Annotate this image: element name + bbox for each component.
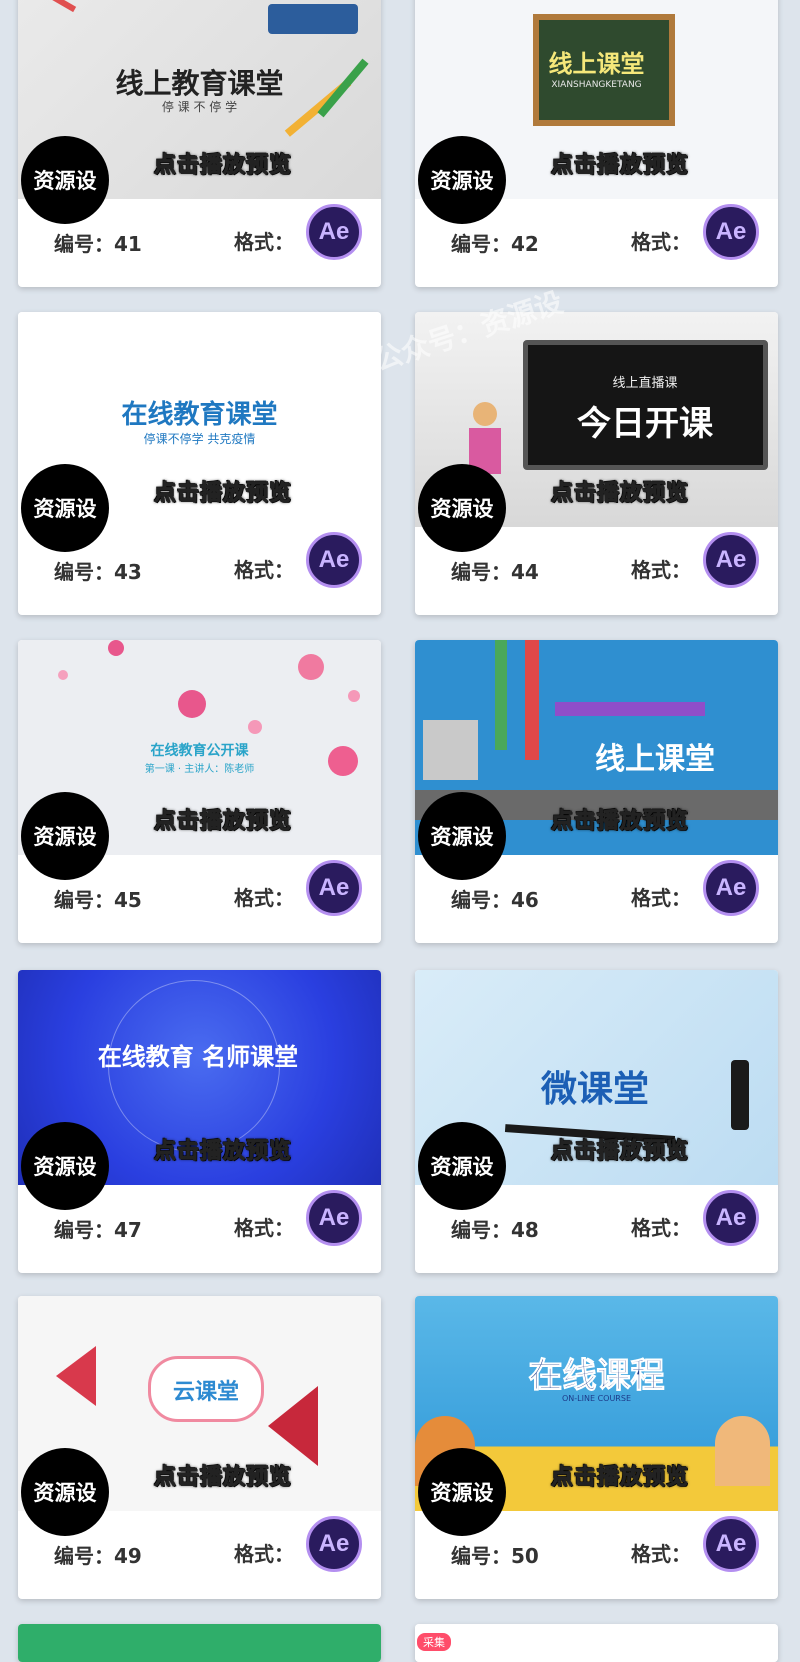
thumbnail-title: 微课堂 bbox=[540, 1069, 649, 1110]
play-preview-label[interactable]: 点击播放预览 bbox=[525, 1133, 715, 1165]
collect-tag[interactable]: 采集 bbox=[417, 1633, 451, 1651]
after-effects-icon: Ae bbox=[703, 1190, 759, 1246]
format-label: 格式： bbox=[234, 558, 294, 582]
template-card[interactable]: 线上课堂 XIANSHANGKETANG 点击播放预览 资源设 编号：42 格式… bbox=[415, 0, 778, 287]
play-preview-label[interactable]: 点击播放预览 bbox=[525, 475, 715, 507]
format-label: 格式： bbox=[234, 1216, 294, 1240]
template-card[interactable]: 线上直播课 今日开课 点击播放预览 资源设 编号：44 格式： Ae bbox=[415, 312, 778, 615]
thumbnail-title: 在线教育公开课 bbox=[150, 743, 249, 759]
format-label: 格式： bbox=[631, 558, 691, 582]
thumbnail-subtitle: 第一课 · 主讲人：陈老师 bbox=[144, 764, 255, 775]
thumbnail-subtitle: 停课不停学 共克疫情 bbox=[143, 432, 256, 446]
template-grid: 线上教育课堂 停 课 不 停 学 点击播放预览 资源设 编号：41 格式： Ae… bbox=[0, 0, 800, 1662]
play-preview-label[interactable]: 点击播放预览 bbox=[525, 1459, 715, 1491]
source-badge: 资源设 bbox=[21, 464, 109, 552]
template-card[interactable]: 在线课程 ON-LINE COURSE 点击播放预览 资源设 编号：50 格式：… bbox=[415, 1296, 778, 1599]
format-label: 格式： bbox=[631, 886, 691, 910]
source-badge: 资源设 bbox=[21, 792, 109, 880]
source-badge: 资源设 bbox=[21, 1448, 109, 1536]
item-number: 编号：49 bbox=[54, 1544, 142, 1568]
template-card[interactable]: 在线教育 名师课堂 点击播放预览 资源设 编号：47 格式： Ae bbox=[18, 970, 381, 1273]
item-number: 编号：50 bbox=[451, 1544, 539, 1568]
thumbnail-title: 在线教育 名师课堂 bbox=[97, 1043, 299, 1071]
item-number: 编号：48 bbox=[451, 1218, 539, 1242]
item-number: 编号：47 bbox=[54, 1218, 142, 1242]
format-label: 格式： bbox=[234, 230, 294, 254]
template-card[interactable]: 在线教育课堂 停课不停学 共克疫情 点击播放预览 资源设 编号：43 格式： A… bbox=[18, 312, 381, 615]
after-effects-icon: Ae bbox=[703, 532, 759, 588]
play-preview-label[interactable]: 点击播放预览 bbox=[128, 147, 318, 179]
item-number: 编号：41 bbox=[54, 232, 142, 256]
after-effects-icon: Ae bbox=[306, 204, 362, 260]
source-badge: 资源设 bbox=[21, 1122, 109, 1210]
item-number: 编号：45 bbox=[54, 888, 142, 912]
thumbnail-title: 在线教育课堂 bbox=[121, 400, 278, 430]
template-card-partial[interactable] bbox=[415, 1624, 778, 1662]
after-effects-icon: Ae bbox=[306, 1190, 362, 1246]
after-effects-icon: Ae bbox=[703, 204, 759, 260]
source-badge: 资源设 bbox=[418, 792, 506, 880]
preview-thumbnail[interactable] bbox=[415, 1624, 778, 1662]
play-preview-label[interactable]: 点击播放预览 bbox=[128, 475, 318, 507]
template-card-partial[interactable] bbox=[18, 1624, 381, 1662]
play-preview-label[interactable]: 点击播放预览 bbox=[525, 147, 715, 179]
thumbnail-title: 线上教育课堂 bbox=[115, 67, 284, 100]
thumbnail-title: 在线课程 bbox=[528, 1356, 665, 1397]
format-label: 格式： bbox=[631, 1216, 691, 1240]
after-effects-icon: Ae bbox=[306, 1516, 362, 1572]
thumbnail-subtitle: XIANSHANGKETANG bbox=[551, 80, 642, 90]
template-card[interactable]: 线上课堂 点击播放预览 资源设 编号：46 格式： Ae bbox=[415, 640, 778, 943]
format-label: 格式： bbox=[234, 1542, 294, 1566]
template-card[interactable]: 微课堂 点击播放预览 资源设 编号：48 格式： Ae bbox=[415, 970, 778, 1273]
play-preview-label[interactable]: 点击播放预览 bbox=[128, 803, 318, 835]
after-effects-icon: Ae bbox=[306, 860, 362, 916]
thumbnail-title: 云课堂 bbox=[172, 1380, 239, 1405]
after-effects-icon: Ae bbox=[703, 860, 759, 916]
format-label: 格式： bbox=[631, 230, 691, 254]
play-preview-label[interactable]: 点击播放预览 bbox=[128, 1133, 318, 1165]
after-effects-icon: Ae bbox=[703, 1516, 759, 1572]
template-card[interactable]: 云课堂 点击播放预览 资源设 编号：49 格式： Ae bbox=[18, 1296, 381, 1599]
preview-thumbnail[interactable] bbox=[18, 1624, 381, 1662]
thumbnail-subtitle: 线上直播课 bbox=[612, 376, 678, 391]
template-card[interactable]: 线上教育课堂 停 课 不 停 学 点击播放预览 资源设 编号：41 格式： Ae bbox=[18, 0, 381, 287]
thumbnail-title: 线上课堂 bbox=[595, 742, 715, 777]
source-badge: 资源设 bbox=[21, 136, 109, 224]
play-preview-label[interactable]: 点击播放预览 bbox=[128, 1459, 318, 1491]
thumbnail-subtitle: ON-LINE COURSE bbox=[562, 1394, 631, 1403]
play-preview-label[interactable]: 点击播放预览 bbox=[525, 803, 715, 835]
source-badge: 资源设 bbox=[418, 136, 506, 224]
template-card[interactable]: 在线教育公开课 第一课 · 主讲人：陈老师 点击播放预览 资源设 编号：45 格… bbox=[18, 640, 381, 943]
thumbnail-title: 线上课堂 bbox=[548, 50, 645, 78]
item-number: 编号：42 bbox=[451, 232, 539, 256]
thumbnail-title: 今日开课 bbox=[577, 404, 713, 444]
source-badge: 资源设 bbox=[418, 464, 506, 552]
item-number: 编号：44 bbox=[451, 560, 539, 584]
format-label: 格式： bbox=[234, 886, 294, 910]
thumbnail-subtitle: 停 课 不 停 学 bbox=[161, 100, 238, 114]
after-effects-icon: Ae bbox=[306, 532, 362, 588]
source-badge: 资源设 bbox=[418, 1448, 506, 1536]
item-number: 编号：43 bbox=[54, 560, 142, 584]
source-badge: 资源设 bbox=[418, 1122, 506, 1210]
item-number: 编号：46 bbox=[451, 888, 539, 912]
format-label: 格式： bbox=[631, 1542, 691, 1566]
